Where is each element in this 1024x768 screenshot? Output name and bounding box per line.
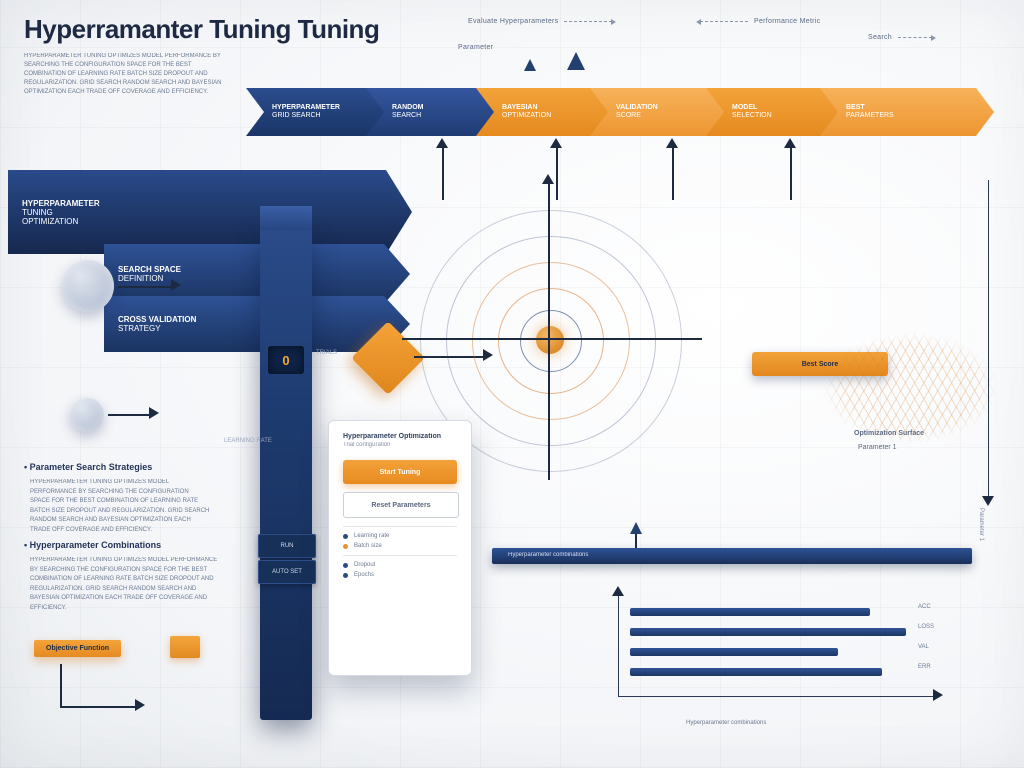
gantt-chart: ACC LOSS VAL ERR	[618, 596, 948, 706]
arrow-line	[672, 146, 674, 200]
marker-triangle-icon	[630, 522, 642, 534]
arrow-line	[60, 664, 62, 708]
card-item: Dropout	[343, 562, 457, 568]
arrow-head-icon	[666, 138, 678, 148]
gantt-x-label: Hyperparameter combinations	[686, 720, 766, 726]
intro-paragraph: HYPERPARAMETER TUNING OPTIMIZES MODEL PE…	[24, 52, 224, 97]
arrow-head-icon	[171, 279, 181, 291]
arrow-head-icon	[784, 138, 796, 148]
arrow-head-icon	[550, 138, 562, 148]
phase-bar-2: SEARCH SPACEDEFINITION	[104, 244, 410, 304]
card-heading: Hyperparameter Optimization	[343, 433, 457, 440]
legend-item-2: Performance Metric	[700, 18, 820, 25]
arrow-line	[790, 146, 792, 200]
arrow-head-icon	[149, 407, 159, 419]
arrow-line	[635, 534, 637, 548]
legend-item-3: Parameter	[458, 44, 493, 51]
arrow-head-icon	[982, 496, 994, 506]
card-item: Batch size	[343, 543, 457, 549]
card-item: Epochs	[343, 572, 457, 578]
card-subheading: Trial configuration	[343, 442, 457, 448]
legend-item-4: Search	[868, 34, 932, 41]
arrow-head-icon	[436, 138, 448, 148]
arrow-head-icon	[135, 699, 145, 711]
arrow-line	[60, 706, 138, 708]
pillar-button-auto[interactable]: AUTO SET	[258, 560, 316, 584]
section-text-1: HYPERPARAMETER TUNING OPTIMIZES MODEL PE…	[30, 478, 210, 536]
phase-bar-1: HYPERPARAMETER TUNING OPTIMIZATION	[8, 170, 412, 254]
card-item: Learning rate	[343, 533, 457, 539]
section-text-2: HYPERPARAMETER TUNING OPTIMIZES MODEL PE…	[30, 556, 218, 614]
reset-parameters-button[interactable]: Reset Parameters	[343, 492, 459, 518]
trial-counter: 0	[268, 346, 304, 374]
start-tuning-button[interactable]: Start Tuning	[343, 460, 457, 484]
marker-triangle-icon	[524, 59, 536, 71]
process-step-6: BESTPARAMETERS	[820, 88, 994, 136]
right-axis	[988, 180, 989, 500]
right-axis-label: Parameter 1	[978, 508, 984, 541]
arrow-line	[556, 146, 558, 200]
section-heading-2: • Hyperparameter Combinations	[24, 540, 161, 550]
config-card: Hyperparameter Optimization Trial config…	[328, 420, 472, 676]
mini-block	[170, 636, 200, 658]
legend-item-1: Evaluate Hyperparameters	[468, 18, 612, 25]
optimum-point-icon	[536, 326, 564, 354]
pillar-button-run[interactable]: RUN	[258, 534, 316, 558]
page-title: Hyperramanter Tuning Tuning	[24, 14, 379, 45]
arrow-line	[442, 146, 444, 200]
callout-objective: Objective Function	[34, 640, 121, 657]
node-circle	[70, 398, 104, 432]
section-heading-1: • Parameter Search Strategies	[24, 462, 152, 472]
arrow-line	[108, 414, 152, 416]
arrow-line	[118, 286, 174, 288]
mesh-surface	[820, 300, 1000, 460]
pillar	[260, 230, 312, 720]
side-note: LEARNING RATE	[224, 438, 272, 444]
timeline-label: Hyperparameter combinations	[508, 552, 588, 558]
marker-triangle-icon	[567, 52, 585, 70]
trial-counter-label: TRIALS	[316, 350, 337, 356]
node-circle	[62, 260, 114, 312]
